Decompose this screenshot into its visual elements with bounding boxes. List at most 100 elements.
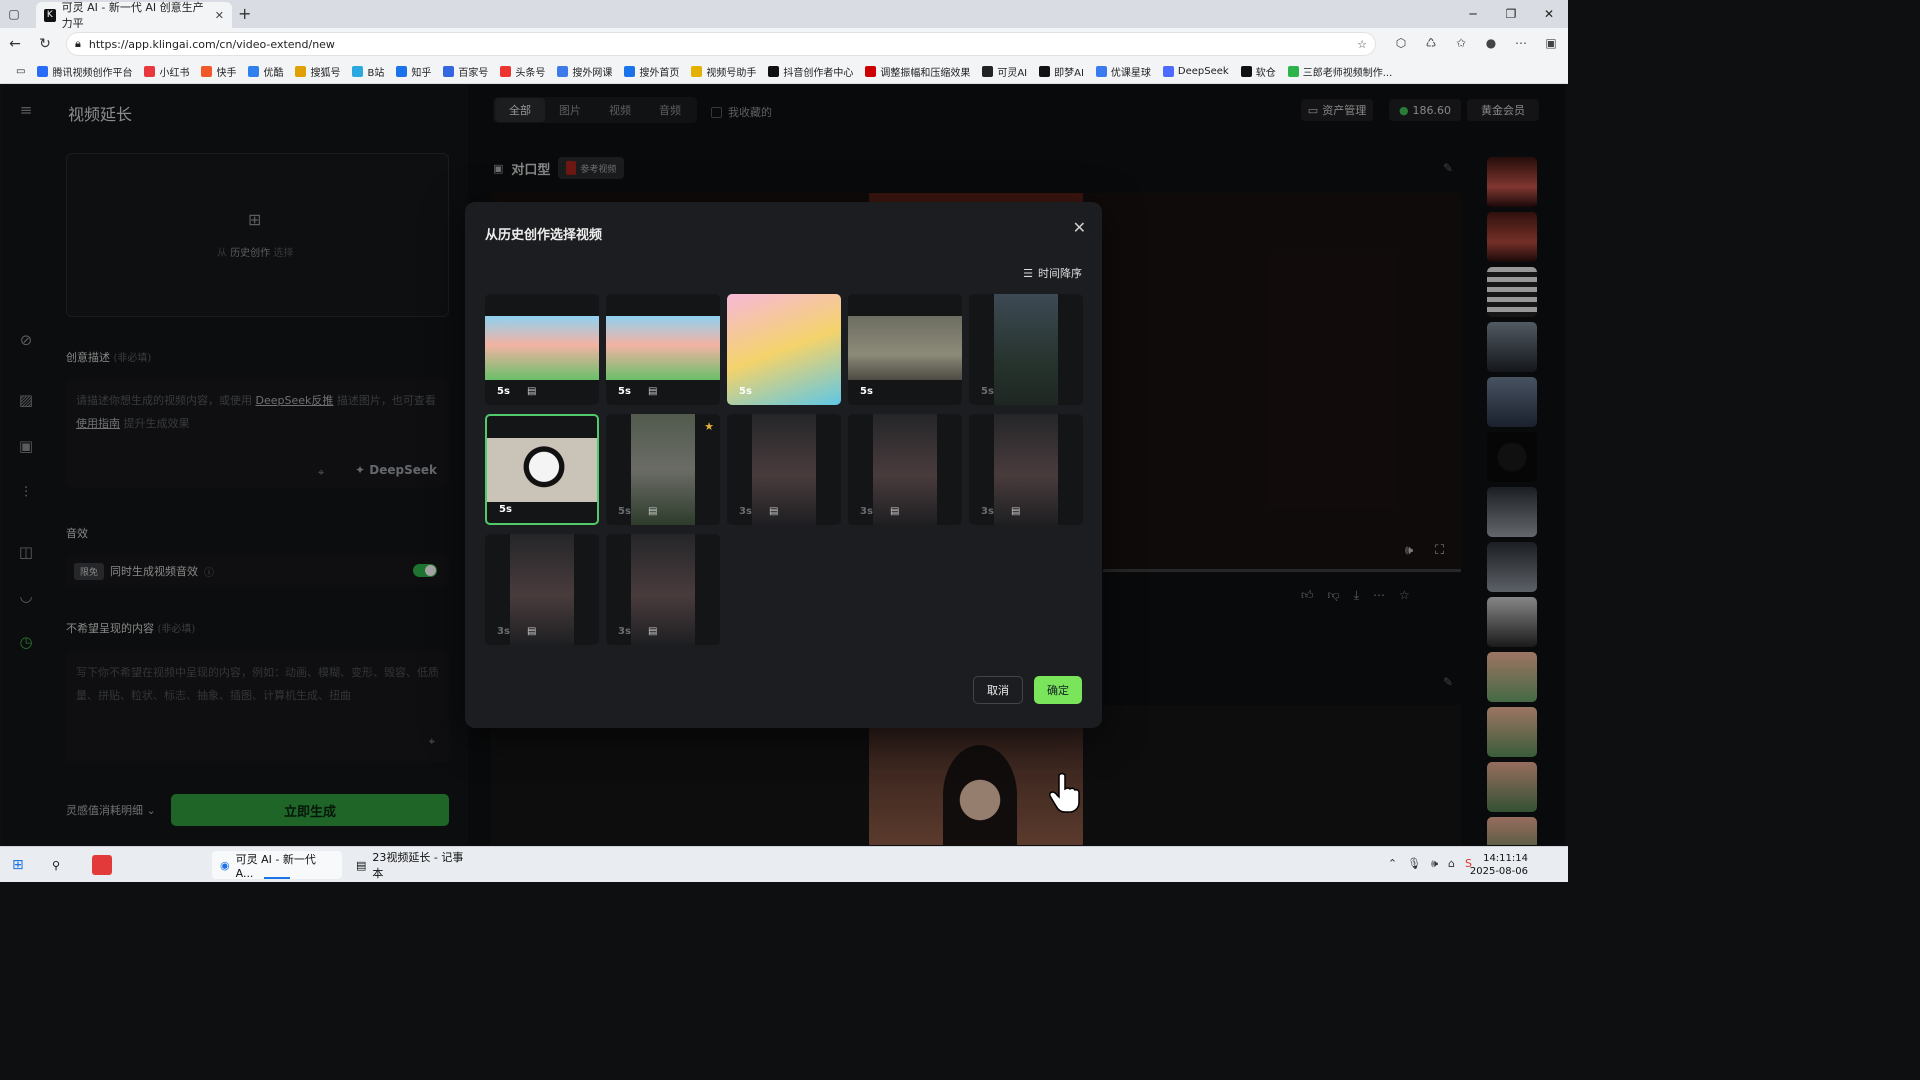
bookmark-item[interactable]: 优酷 xyxy=(242,64,289,79)
browser-tab[interactable]: K 可灵 AI - 新一代 AI 创意生产力平 ✕ xyxy=(36,1,232,30)
bookmark-item[interactable]: DeepSeek xyxy=(1157,66,1235,77)
clock-date: 2025-08-06 xyxy=(1469,866,1528,877)
video-card[interactable]: 3s ▤ xyxy=(485,534,599,645)
bookmark-label: 搜外首页 xyxy=(639,68,680,79)
bookmark-item[interactable]: 小红书 xyxy=(138,64,195,79)
bookmark-item[interactable]: 三郎老师视频制作... xyxy=(1282,64,1399,79)
video-card[interactable]: 5s xyxy=(848,294,962,405)
bookmark-folder-icon[interactable]: ▭ xyxy=(10,66,31,77)
sort-button[interactable]: ☰ 时间降序 xyxy=(1023,265,1082,281)
favorites-icon[interactable]: ✩ xyxy=(1450,32,1472,54)
video-card[interactable]: 5s ▤ xyxy=(485,294,599,405)
bookmark-item[interactable]: 可灵AI xyxy=(976,64,1033,79)
taskbar-notepad-label: 23视频延长 - 记事本 xyxy=(372,851,464,880)
lipsync-badge-icon: ▤ xyxy=(769,506,779,517)
bookmark-label: 软仓 xyxy=(1255,68,1276,79)
video-card[interactable]: 3s ▤ xyxy=(848,414,962,525)
bookmark-item[interactable]: 知乎 xyxy=(390,64,437,79)
profile-avatar[interactable]: ● xyxy=(1480,32,1502,54)
video-thumbnail xyxy=(487,438,597,502)
duration-label: 5s xyxy=(618,386,631,397)
search-icon[interactable]: ⚲ xyxy=(44,851,68,879)
video-card[interactable]: 3s ▤ xyxy=(727,414,841,525)
video-thumbnail xyxy=(994,294,1058,405)
start-icon[interactable]: ⊞ xyxy=(4,851,32,879)
video-card[interactable]: 5s xyxy=(485,414,599,525)
bookmark-label: 视频号助手 xyxy=(706,68,757,79)
video-card[interactable]: 5s ▤ ★ xyxy=(606,414,720,525)
bookmark-label: 搜外网课 xyxy=(572,68,613,79)
bookmark-item[interactable]: 腾讯视频创作平台 xyxy=(31,64,138,79)
bookmark-favicon-icon xyxy=(691,66,703,77)
taskbar-browser[interactable]: ◉ 可灵 AI - 新一代 A... xyxy=(212,851,342,880)
duration-label: 5s xyxy=(499,504,512,515)
bookmark-label: 小红书 xyxy=(159,68,190,79)
bookmark-favicon-icon xyxy=(396,66,408,77)
duration-label: 5s xyxy=(497,386,510,397)
network-icon[interactable]: ⌂ xyxy=(1448,857,1455,871)
url-field[interactable]: 🔒︎ https://app.klingai.com/cn/video-exte… xyxy=(66,32,1376,56)
lipsync-badge-icon: ▤ xyxy=(1011,506,1021,517)
bookmark-item[interactable]: B站 xyxy=(346,64,390,79)
new-tab-icon[interactable]: + xyxy=(238,4,251,23)
sidebar-toggle-icon[interactable]: ▣ xyxy=(1540,32,1562,54)
video-card[interactable]: 5s xyxy=(727,294,841,405)
address-bar-row: ← ↻ 🔒︎ https://app.klingai.com/cn/video-… xyxy=(0,28,1568,60)
bookmark-label: DeepSeek xyxy=(1177,66,1229,77)
close-window-icon[interactable]: ✕ xyxy=(1530,0,1568,28)
bookmarks-bar: ▭ 腾讯视频创作平台 小红书 快手 优酷 搜狐号 B站 知乎 百家号 头条号 搜外网课 搜外首页 视频号… xyxy=(0,60,1568,84)
confirm-button[interactable]: 确定 xyxy=(1034,676,1082,704)
video-card[interactable]: 3s ▤ xyxy=(606,534,720,645)
bookmark-item[interactable]: 快手 xyxy=(195,64,242,79)
bookmark-item[interactable]: 即梦AI xyxy=(1033,64,1090,79)
restore-icon[interactable]: ❐ xyxy=(1492,0,1530,28)
translate-icon[interactable]: ♺ xyxy=(1420,32,1442,54)
more-icon[interactable]: ⋯ xyxy=(1510,32,1532,54)
bookmark-favicon-icon xyxy=(557,66,569,77)
reload-icon[interactable]: ↻ xyxy=(30,36,60,52)
clock[interactable]: 14:11:14 2025-08-06 xyxy=(1470,852,1528,878)
bookmark-item[interactable]: 软仓 xyxy=(1235,64,1282,79)
minimize-icon[interactable]: ─ xyxy=(1454,0,1492,28)
bookmark-item[interactable]: 百家号 xyxy=(437,64,494,79)
back-icon[interactable]: ← xyxy=(0,36,30,52)
extensions-icon[interactable]: ⬡ xyxy=(1390,32,1412,54)
mic-icon[interactable]: 🎙︎ xyxy=(1407,857,1421,871)
video-thumbnail xyxy=(510,534,574,645)
bookmark-item[interactable]: 抖音创作者中心 xyxy=(762,64,859,79)
bookmark-favicon-icon xyxy=(500,66,512,77)
video-card[interactable]: 5s xyxy=(969,294,1083,405)
bookmark-item[interactable]: 视频号助手 xyxy=(685,64,762,79)
lipsync-badge-icon: ▤ xyxy=(648,386,658,397)
video-card[interactable]: 3s ▤ xyxy=(969,414,1083,525)
tab-actions-icon[interactable]: ▢ xyxy=(0,0,28,28)
bookmark-label: 快手 xyxy=(216,68,237,79)
tray-chevron-icon[interactable]: ⌃ xyxy=(1388,857,1397,871)
taskbar: ⊞ ⚲ ◉ 可灵 AI - 新一代 A... ▤ 23视频延长 - 记事本 ⌃ 🎙︎… xyxy=(0,846,1568,882)
app-icon[interactable] xyxy=(84,851,120,879)
duration-label: 3s xyxy=(618,626,631,637)
bookmark-item[interactable]: 优课星球 xyxy=(1090,64,1157,79)
bookmark-item[interactable]: 调整振幅和压缩效果 xyxy=(859,64,976,79)
taskbar-notepad[interactable]: ▤ 23视频延长 - 记事本 xyxy=(348,851,472,880)
bookmark-item[interactable]: 搜外网课 xyxy=(551,64,618,79)
bookmark-item[interactable]: 搜外首页 xyxy=(618,64,685,79)
video-thumbnail xyxy=(631,414,695,525)
lipsync-badge-icon: ▤ xyxy=(648,626,658,637)
video-card[interactable]: 5s ▤ xyxy=(606,294,720,405)
bookmark-item[interactable]: 搜狐号 xyxy=(289,64,346,79)
bookmark-favicon-icon xyxy=(768,66,780,77)
bookmark-favicon-icon xyxy=(352,66,364,77)
close-icon[interactable]: ✕ xyxy=(1073,218,1086,237)
cancel-button[interactable]: 取消 xyxy=(973,676,1023,704)
speaker-icon[interactable]: 🕪︎ xyxy=(1431,857,1438,871)
bookmark-item[interactable]: 头条号 xyxy=(494,64,551,79)
bookmark-label: 抖音创作者中心 xyxy=(783,68,854,79)
url-text: https://app.klingai.com/cn/video-extend/… xyxy=(88,37,335,51)
close-tab-icon[interactable]: ✕ xyxy=(215,9,224,22)
video-thumbnail xyxy=(994,414,1058,525)
sort-icon: ☰ xyxy=(1023,266,1033,280)
video-thumbnail xyxy=(848,316,962,380)
bookmark-star-icon[interactable]: ☆ xyxy=(1357,38,1367,51)
bookmark-favicon-icon xyxy=(1240,66,1252,77)
